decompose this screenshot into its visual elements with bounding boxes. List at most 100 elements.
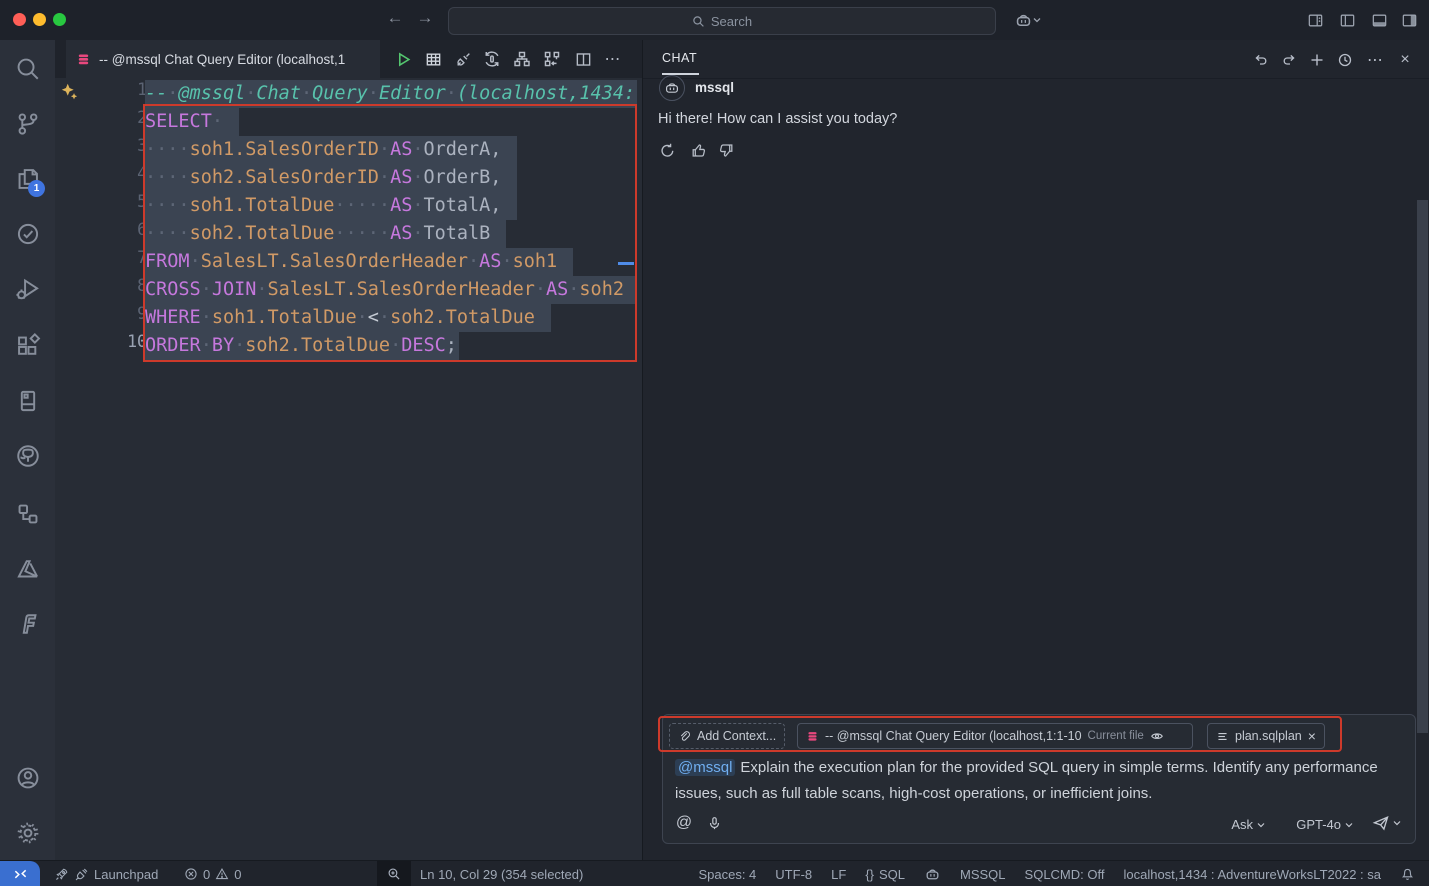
disconnect-button[interactable] [452, 48, 474, 70]
code-editor[interactable]: 12345678910 --·@mssql·Chat·Query·Editor·… [55, 78, 642, 860]
sidebar-item-database-projects[interactable] [15, 388, 41, 414]
editor-overview-cursor-marker [618, 262, 634, 265]
send-button[interactable] [1372, 814, 1401, 832]
toggle-secondary-sidebar-button[interactable] [1399, 11, 1419, 29]
thumbs-up-button[interactable] [688, 140, 708, 160]
chat-undo-button[interactable] [1251, 50, 1271, 70]
indentation-indicator[interactable]: Spaces: 4 [698, 861, 756, 886]
editor-more-actions-button[interactable]: ⋯ [602, 48, 624, 70]
zoom-indicator[interactable] [377, 861, 411, 886]
thumbs-down-button[interactable] [716, 140, 736, 160]
rocket-icon [54, 867, 69, 882]
chat-history-button[interactable] [1335, 50, 1355, 70]
code-line[interactable]: ····soh1.TotalDue·····AS·TotalA, [145, 192, 501, 220]
warning-count: 0 [234, 867, 241, 882]
traffic-light-close[interactable] [13, 13, 26, 26]
plan-file-label: plan.sqlplan [1235, 729, 1302, 743]
warning-icon [215, 867, 229, 881]
add-context-button[interactable]: Add Context... [669, 723, 785, 749]
toggle-panel-button[interactable] [1369, 11, 1389, 29]
code-line[interactable]: ····soh1.SalesOrderID·AS·OrderA, [145, 136, 501, 164]
sidebar-item-azure[interactable] [15, 556, 41, 582]
sidebar-item-connections[interactable] [15, 501, 41, 527]
context-chip-current-file[interactable]: -- @mssql Chat Query Editor (localhost,1… [797, 723, 1193, 749]
remote-indicator[interactable] [0, 861, 40, 886]
remove-context-icon[interactable]: × [1308, 729, 1316, 743]
eye-icon[interactable] [1150, 729, 1164, 743]
voice-input-button[interactable] [703, 812, 725, 834]
sidebar-item-extensions[interactable] [15, 333, 41, 359]
notifications-button[interactable] [1400, 861, 1415, 886]
estimated-plan-button[interactable] [511, 48, 533, 70]
model-label: GPT-4o [1296, 817, 1341, 832]
code-line[interactable]: CROSS·JOIN·SalesLT.SalesOrderHeader·AS·s… [145, 276, 624, 304]
chat-tab[interactable]: CHAT [662, 51, 697, 65]
chat-redo-button[interactable] [1279, 50, 1299, 70]
traffic-light-minimize[interactable] [33, 13, 46, 26]
chat-scrollbar[interactable] [1417, 200, 1428, 733]
new-chat-button[interactable] [1307, 50, 1327, 70]
nav-forward-button[interactable]: → [414, 8, 436, 28]
editor-tab-bar: -- @mssql Chat Query Editor (localhost,1… [55, 40, 642, 78]
code-line[interactable]: FROM·SalesLT.SalesOrderHeader·AS·soh1 [145, 248, 557, 276]
sidebar-item-source-control[interactable] [15, 111, 41, 137]
model-dropdown[interactable]: GPT-4o [1296, 817, 1353, 832]
code-line[interactable]: ····soh2.SalesOrderID·AS·OrderB, [145, 164, 501, 192]
problems-indicator[interactable]: 0 0 [184, 861, 241, 886]
mssql-status[interactable]: MSSQL [960, 861, 1006, 886]
code-line[interactable]: ORDER·BY·soh2.TotalDue·DESC; [145, 332, 457, 360]
chat-mode-dropdown[interactable]: Ask [1231, 817, 1265, 832]
mention-button[interactable]: @ [673, 812, 695, 834]
copilot-sparkle-icon[interactable] [60, 82, 79, 101]
sidebar-item-run-debug[interactable] [15, 276, 41, 302]
change-connection-button[interactable] [481, 48, 503, 70]
traffic-light-zoom[interactable] [53, 13, 66, 26]
cursor-position[interactable]: Ln 10, Col 29 (354 selected) [420, 861, 583, 886]
toggle-primary-sidebar-button[interactable] [1337, 11, 1357, 29]
run-query-button[interactable] [392, 48, 414, 70]
language-indicator[interactable]: {}SQL [865, 861, 905, 886]
copilot-menu-button[interactable] [1010, 11, 1044, 29]
code-line[interactable]: WHERE·soh1.TotalDue·<·soh2.TotalDue [145, 304, 535, 332]
connection-status[interactable]: localhost,1434 : AdventureWorksLT2022 : … [1123, 861, 1381, 886]
sqlcmd-status[interactable]: SQLCMD: Off [1025, 861, 1105, 886]
chat-more-actions-button[interactable]: ⋯ [1365, 50, 1385, 70]
status-bar: Launchpad 0 0 Ln 10, Col 29 (354 selecte… [0, 860, 1429, 886]
context-chip-plan-file[interactable]: plan.sqlplan × [1207, 723, 1325, 749]
send-icon [1372, 814, 1390, 832]
editor-code-area[interactable]: --·@mssql·Chat·Query·Editor·(localhost,1… [145, 78, 637, 860]
github-icon [15, 443, 41, 469]
chat-input-text[interactable]: @mssqlExplain the execution plan for the… [675, 755, 1399, 807]
robot-icon [664, 80, 680, 96]
split-editor-icon [575, 51, 592, 68]
actual-plan-button[interactable] [541, 48, 563, 70]
code-line[interactable]: SELECT· [145, 108, 223, 136]
eol-indicator[interactable]: LF [831, 861, 846, 886]
chat-input-box[interactable]: Add Context... -- @mssql Chat Query Edit… [662, 714, 1416, 844]
customize-layout-button[interactable] [1305, 11, 1325, 29]
copilot-icon [924, 866, 941, 883]
copilot-status-button[interactable] [924, 861, 941, 886]
encoding-indicator[interactable]: UTF-8 [775, 861, 812, 886]
chevron-down-icon [1033, 17, 1041, 23]
search-icon [692, 15, 705, 28]
regenerate-button[interactable] [657, 140, 677, 160]
editor-tab[interactable]: -- @mssql Chat Query Editor (localhost,1 [66, 40, 380, 78]
launchpad-button[interactable]: Launchpad [54, 861, 158, 886]
sidebar-item-github[interactable] [15, 443, 41, 469]
account-button[interactable] [15, 765, 41, 791]
account-icon [15, 765, 41, 791]
nav-back-button[interactable]: ← [384, 8, 406, 28]
sidebar-item-search[interactable] [15, 56, 41, 82]
code-line[interactable]: --·@mssql·Chat·Query·Editor·(localhost,1… [145, 80, 635, 108]
code-line[interactable]: ····soh2.TotalDue·····AS·TotalB [145, 220, 490, 248]
vscode-window: ← → Search [0, 0, 1429, 886]
sidebar-item-fabric[interactable] [15, 611, 41, 637]
results-grid-button[interactable] [422, 48, 444, 70]
settings-button[interactable] [15, 820, 41, 846]
search-input[interactable]: Search [448, 7, 996, 35]
chat-close-button[interactable]: × [1395, 50, 1415, 70]
refresh-connection-icon [483, 50, 501, 68]
sidebar-item-testing[interactable] [15, 221, 41, 247]
split-editor-button[interactable] [572, 48, 594, 70]
